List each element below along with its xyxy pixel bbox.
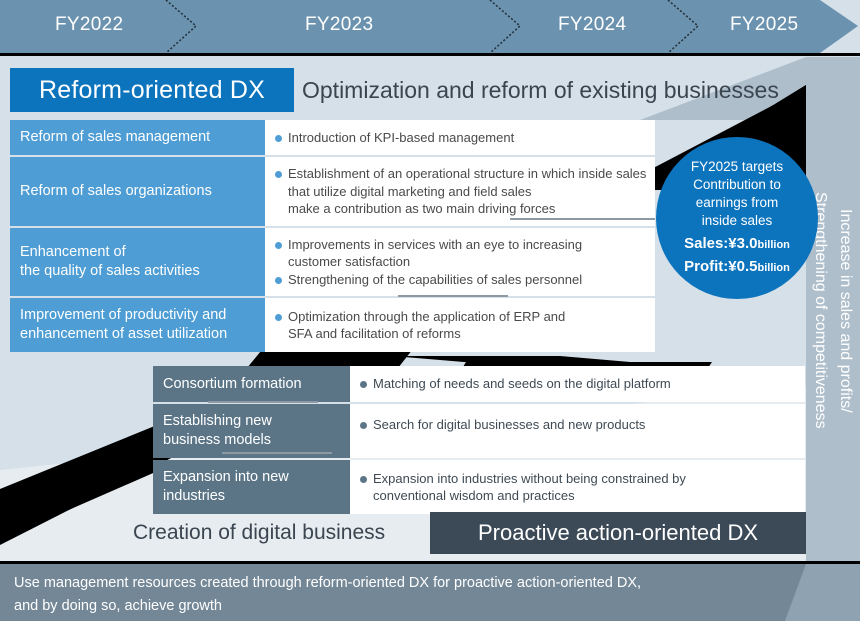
reform-table: Reform of sales management Introduction … — [10, 120, 655, 352]
proactive-table: Consortium formation Matching of needs a… — [153, 366, 805, 514]
bullet-item: Expansion into industries without being … — [360, 470, 801, 505]
row-head-improvement-productivity: Improvement of productivity and enhancem… — [10, 298, 265, 352]
timeline-year-2: FY2024 — [558, 14, 627, 35]
row-head-expansion-new-industries: Expansion into new industries — [153, 460, 350, 514]
table-row[interactable]: Improvement of productivity and enhancem… — [10, 298, 655, 352]
bullet-item: Strengthening of the capabilities of sal… — [275, 271, 651, 289]
row-body-improvement-productivity: Optimization through the application of … — [265, 298, 655, 352]
side-banner-text-wrap: Increase in sales and profits/ Strengthe… — [806, 57, 860, 564]
timeline-bar: FY2022 FY2023 FY2024 FY2025 — [0, 0, 860, 53]
proactive-caption: Creation of digital business — [133, 521, 386, 544]
table-row[interactable]: Enhancement of the quality of sales acti… — [10, 227, 655, 296]
row-body-expansion-new-industries: Expansion into industries without being … — [350, 460, 805, 514]
reform-caption: Optimization and reform of existing busi… — [302, 76, 779, 103]
target-profit-value: Profit:¥0.5 — [684, 257, 758, 275]
row-head-consortium-formation: Consortium formation — [153, 366, 350, 402]
target-sales-unit: billion — [757, 238, 790, 251]
row-body-reform-sales-organizations: Establishment of an operational structur… — [265, 157, 655, 226]
row-body-consortium-formation: Matching of needs and seeds on the digit… — [350, 366, 805, 402]
row-head-enhancement-quality: Enhancement of the quality of sales acti… — [10, 227, 265, 296]
bullet-item: Improvements in services with an eye to … — [275, 236, 651, 271]
timeline-year-3: FY2025 — [730, 14, 799, 35]
reform-oriented-dx-badge[interactable]: Reform-oriented DX — [10, 68, 294, 112]
timeline-year-1: FY2023 — [305, 14, 374, 35]
target-sales: Sales:¥3.0billion — [684, 233, 790, 256]
target-profit-unit: billion — [757, 261, 790, 274]
infographic-root: FY2022 FY2023 FY2024 FY2025 Increase in … — [0, 0, 860, 621]
target-heading: FY2025 targets Contribution to earnings … — [690, 158, 784, 228]
bullet-item: Establishment of an operational structur… — [275, 165, 651, 218]
row-head-reform-sales-organizations: Reform of sales organizations — [10, 157, 265, 226]
bullet-item: Search for digital businesses and new pr… — [360, 416, 801, 434]
target-profit: Profit:¥0.5billion — [684, 256, 790, 279]
row-head-reform-sales-management: Reform of sales management — [10, 120, 265, 155]
bullet-item: Optimization through the application of … — [275, 308, 651, 343]
table-row[interactable]: Consortium formation Matching of needs a… — [153, 366, 805, 402]
timeline-year-0: FY2022 — [55, 14, 124, 35]
row-head-establishing-business-models: Establishing new business models — [153, 404, 350, 458]
row-body-enhancement-quality: Improvements in services with an eye to … — [265, 227, 655, 296]
row-body-establishing-business-models: Search for digital businesses and new pr… — [350, 404, 805, 458]
table-hairline-1 — [510, 218, 655, 220]
lower-table-hairline-1 — [208, 401, 318, 403]
footer-text: Use management resources created through… — [14, 575, 642, 614]
table-hairline-2 — [398, 295, 508, 297]
timeline-underline — [0, 53, 860, 56]
lower-table-hairline-2 — [222, 452, 332, 454]
fy2025-target-circle: FY2025 targets Contribution to earnings … — [656, 137, 818, 299]
table-row[interactable]: Reform of sales organizations Establishm… — [10, 157, 655, 226]
table-row[interactable]: Expansion into new industries Expansion … — [153, 460, 805, 514]
bullet-item: Matching of needs and seeds on the digit… — [360, 375, 801, 393]
bullet-item: Introduction of KPI-based management — [275, 129, 651, 147]
row-body-reform-sales-management: Introduction of KPI-based management — [265, 120, 655, 155]
target-sales-value: Sales:¥3.0 — [684, 234, 758, 252]
table-row[interactable]: Reform of sales management Introduction … — [10, 120, 655, 155]
proactive-action-oriented-dx-badge[interactable]: Proactive action-oriented DX — [430, 512, 806, 554]
table-row[interactable]: Establishing new business models Search … — [153, 404, 805, 458]
